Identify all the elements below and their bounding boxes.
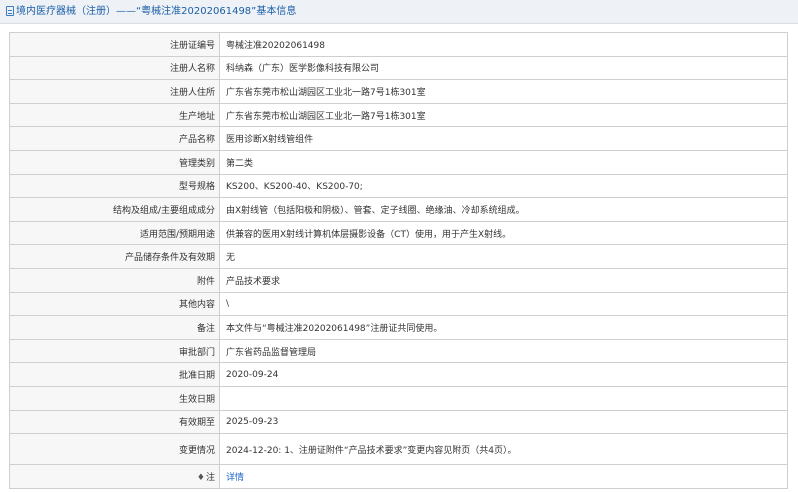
row-value: 2020-09-24 bbox=[219, 362, 788, 387]
table-row: 产品名称 医用诊断X射线管组件 bbox=[9, 126, 788, 151]
row-label: 附件 bbox=[9, 267, 220, 293]
row-label: 有效期至 bbox=[9, 409, 220, 435]
row-label: 其他内容 bbox=[9, 291, 220, 317]
row-value: 广东省药品监督管理局 bbox=[219, 338, 788, 364]
row-value: 医用诊断X射线管组件 bbox=[219, 126, 788, 151]
row-value: 供兼容的医用X射线计算机体层摄影设备（CT）使用，用于产生X射线。 bbox=[219, 220, 788, 246]
row-label: 注册证编号 bbox=[9, 32, 220, 57]
row-label: 管理类别 bbox=[9, 149, 220, 175]
row-label: 产品名称 bbox=[9, 126, 220, 151]
row-value bbox=[219, 385, 788, 411]
row-label: 批准日期 bbox=[9, 362, 220, 387]
pin-icon: ♦ bbox=[196, 472, 205, 483]
table-row: 产品储存条件及有效期 无 bbox=[9, 244, 788, 269]
row-value: 第二类 bbox=[219, 149, 788, 175]
row-value: 粤械注准20202061498 bbox=[219, 32, 788, 57]
row-value: 广东省东莞市松山湖园区工业北一路7号1栋301室 bbox=[219, 79, 788, 104]
row-value: 产品技术要求 bbox=[219, 267, 788, 293]
row-value: 本文件与“粤械注准20202061498”注册证共同使用。 bbox=[219, 315, 788, 340]
row-value: 广东省东莞市松山湖园区工业北一路7号1栋301室 bbox=[219, 102, 788, 128]
row-value: 由X射线管（包括阳极和阴极）、管套、定子线圈、绝缘油、冷却系统组成。 bbox=[219, 197, 788, 222]
table-row: 注册人名称 科纳森（广东）医学影像科技有限公司 bbox=[9, 55, 788, 81]
row-label: 结构及组成/主要组成成分 bbox=[9, 197, 220, 222]
table-row: 生效日期 bbox=[9, 385, 788, 411]
row-label: 变更情况 bbox=[9, 433, 220, 466]
table-row: 审批部门 广东省药品监督管理局 bbox=[9, 338, 788, 364]
row-label: 注册人住所 bbox=[9, 79, 220, 104]
note-value-cell: 详情 bbox=[219, 464, 788, 489]
row-label: 适用范围/预期用途 bbox=[9, 220, 220, 246]
table-row-note: ♦注 详情 bbox=[9, 464, 788, 489]
row-value: \ bbox=[219, 291, 788, 317]
note-label-cell: ♦注 bbox=[9, 464, 220, 489]
document-icon bbox=[6, 6, 14, 16]
table-row: 附件 产品技术要求 bbox=[9, 267, 788, 293]
table-row: 生产地址 广东省东莞市松山湖园区工业北一路7号1栋301室 bbox=[9, 102, 788, 128]
table-row: 注册证编号 粤械注准20202061498 bbox=[9, 32, 788, 57]
table-row: 管理类别 第二类 bbox=[9, 149, 788, 175]
row-label: 审批部门 bbox=[9, 338, 220, 364]
page-title-bar: 境内医疗器械（注册）——“粤械注准20202061498”基本信息 bbox=[0, 0, 798, 24]
row-label: 注册人名称 bbox=[9, 55, 220, 81]
table-row: 其他内容 \ bbox=[9, 291, 788, 317]
page-title: 境内医疗器械（注册）——“粤械注准20202061498”基本信息 bbox=[16, 6, 297, 17]
table-row: 批准日期 2020-09-24 bbox=[9, 362, 788, 387]
row-label: 产品储存条件及有效期 bbox=[9, 244, 220, 269]
table-row: 适用范围/预期用途 供兼容的医用X射线计算机体层摄影设备（CT）使用，用于产生X… bbox=[9, 220, 788, 246]
table-row: 备注 本文件与“粤械注准20202061498”注册证共同使用。 bbox=[9, 315, 788, 340]
row-value: 2024-12-20: 1、注册证附件“产品技术要求”变更内容见附页（共4页）。 bbox=[219, 433, 788, 466]
table-row: 注册人住所 广东省东莞市松山湖园区工业北一路7号1栋301室 bbox=[9, 79, 788, 104]
registration-info-table: 注册证编号 粤械注准20202061498 注册人名称 科纳森（广东）医学影像科… bbox=[9, 32, 788, 489]
row-value: 无 bbox=[219, 244, 788, 269]
table-row: 型号规格 KS200、KS200-40、KS200-70; bbox=[9, 173, 788, 199]
note-label: 注 bbox=[205, 472, 215, 483]
details-link[interactable]: 详情 bbox=[226, 473, 244, 483]
row-label: 备注 bbox=[9, 315, 220, 340]
row-label: 型号规格 bbox=[9, 173, 220, 199]
row-value: 科纳森（广东）医学影像科技有限公司 bbox=[219, 55, 788, 81]
row-label: 生产地址 bbox=[9, 102, 220, 128]
row-value: KS200、KS200-40、KS200-70; bbox=[219, 173, 788, 199]
row-value: 2025-09-23 bbox=[219, 409, 788, 435]
row-label: 生效日期 bbox=[9, 385, 220, 411]
table-row: 有效期至 2025-09-23 bbox=[9, 409, 788, 435]
table-row: 结构及组成/主要组成成分 由X射线管（包括阳极和阴极）、管套、定子线圈、绝缘油、… bbox=[9, 197, 788, 222]
table-row: 变更情况 2024-12-20: 1、注册证附件“产品技术要求”变更内容见附页（… bbox=[9, 433, 788, 466]
